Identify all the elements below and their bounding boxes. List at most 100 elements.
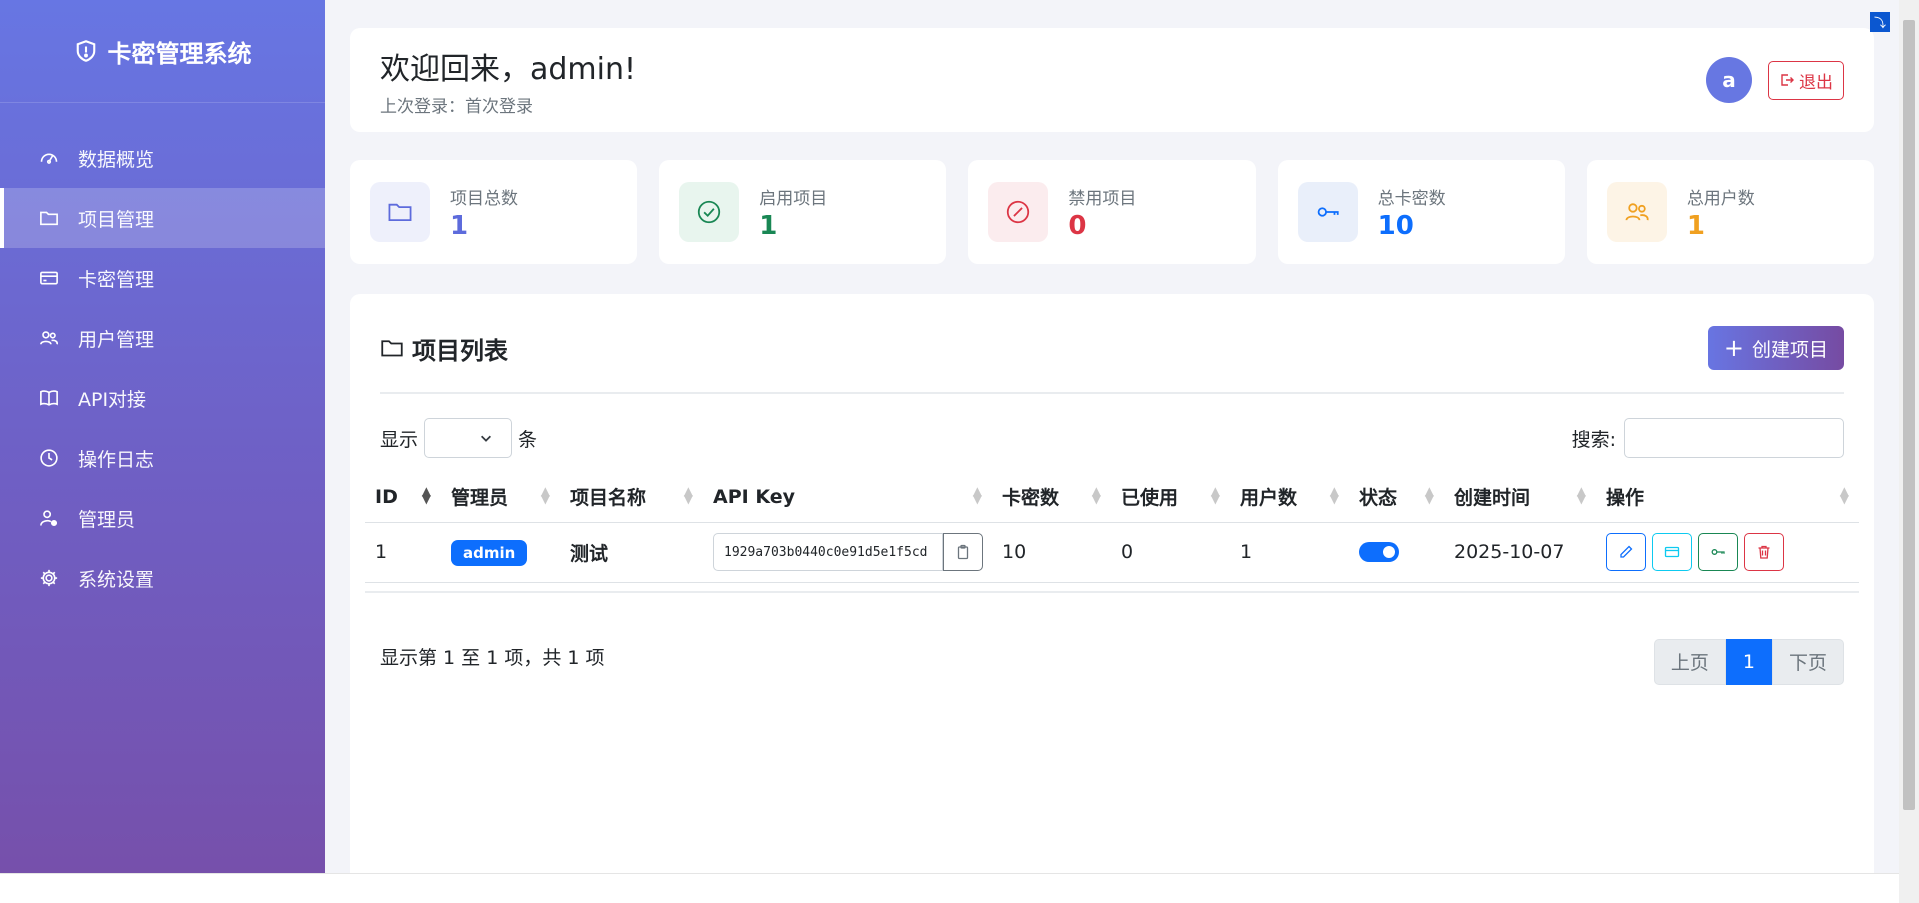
card-icon [1664, 546, 1680, 558]
avatar[interactable]: a [1706, 57, 1752, 103]
gear-icon [38, 567, 60, 589]
stat-value: 0 [1068, 210, 1087, 241]
th-created[interactable]: 创建时间 ▲ ▼ [1444, 472, 1596, 523]
cell-users: 1 [1230, 522, 1349, 583]
next-page-button[interactable]: 下页 [1771, 638, 1844, 685]
speedometer-icon [38, 147, 60, 169]
sidebar: 卡密管理系统 数据概览 项目管理 卡密管理 用户管理 API对接 操作日志 管理… [0, 0, 325, 873]
th-api-key[interactable]: API Key ▲ ▼ [703, 472, 992, 523]
extension-icon[interactable]: ⤵ [1870, 12, 1890, 32]
sidebar-item-label: 卡密管理 [78, 268, 155, 291]
cell-used: 0 [1111, 522, 1230, 583]
logout-icon [1781, 74, 1794, 86]
brand-title: 卡密管理系统 [107, 39, 252, 68]
stat-card-cards: 总卡密数 10 [1277, 160, 1565, 264]
cell-cards: 10 [992, 522, 1111, 583]
folder-icon [38, 207, 60, 229]
stat-value: 1 [450, 210, 469, 241]
last-login-text: 上次登录：首次登录 [380, 96, 533, 117]
key-button[interactable] [1698, 533, 1738, 571]
page-button-1[interactable]: 1 [1725, 638, 1772, 685]
sidebar-item-label: 用户管理 [78, 328, 155, 351]
stat-card-users: 总用户数 1 [1586, 160, 1875, 264]
cell-name: 测试 [560, 522, 703, 583]
stat-label: 总用户数 [1686, 188, 1755, 209]
sidebar-item-users[interactable]: 用户管理 [0, 308, 325, 368]
api-key-field[interactable]: 1929a703b0440c0e91d5e1f5cd [713, 533, 943, 571]
sidebar-item-admins[interactable]: 管理员 [0, 488, 325, 548]
key-icon [1297, 182, 1358, 242]
delete-button[interactable] [1744, 533, 1784, 571]
sidebar-nav: 数据概览 项目管理 卡密管理 用户管理 API对接 操作日志 管理员 系统设置 [0, 128, 325, 608]
divider [365, 590, 1859, 593]
clipboard-icon [957, 544, 969, 560]
stat-card-projects: 项目总数 1 [350, 160, 638, 264]
vertical-scrollbar[interactable] [1899, 0, 1919, 903]
stat-value: 1 [759, 210, 778, 241]
th-id[interactable]: ID ▲ ▼ [365, 472, 441, 523]
book-icon [38, 387, 60, 409]
stat-label: 启用项目 [759, 188, 828, 209]
plus-icon: + [1723, 334, 1744, 362]
check-circle-icon [679, 182, 740, 242]
clock-icon [38, 447, 60, 469]
pagination: 上页 1 下页 [1653, 638, 1844, 685]
chevron-down-icon [481, 435, 492, 442]
folder-icon [370, 182, 430, 242]
admin-icon [38, 507, 60, 529]
page-size-select[interactable] [424, 418, 513, 458]
stat-label: 项目总数 [450, 188, 518, 209]
ban-icon [988, 182, 1049, 242]
show-suffix: 条 [518, 428, 538, 451]
stat-label: 总卡密数 [1377, 188, 1446, 209]
create-project-label: 创建项目 [1751, 338, 1828, 361]
projects-table: ID ▲ ▼ 管理员 ▲ ▼ 项目名称 ▲ ▼ API Key ▲ ▼ 卡密数 ▲ ▼ 已使用 ▲ ▼ … [365, 472, 1859, 583]
th-status[interactable]: 状态 ▲ ▼ [1349, 472, 1444, 523]
welcome-title: 欢迎回来，admin! [380, 51, 637, 87]
cards-button[interactable] [1652, 533, 1692, 571]
table-row: 1 admin 测试 1929a703b0440c0e91d5e1f5cd 10… [365, 522, 1859, 583]
folder-icon [381, 340, 403, 357]
horizontal-scrollbar[interactable] [0, 873, 1899, 903]
table-info: 显示第 1 至 1 项，共 1 项 [380, 647, 605, 669]
copy-button[interactable] [943, 533, 983, 571]
card-icon [38, 267, 60, 289]
cell-status [1349, 522, 1444, 583]
sidebar-item-settings[interactable]: 系统设置 [0, 548, 325, 608]
stat-label: 禁用项目 [1068, 188, 1137, 209]
th-actions[interactable]: 操作 ▲ ▼ [1596, 472, 1859, 523]
th-admin[interactable]: 管理员 ▲ ▼ [441, 472, 560, 523]
sidebar-item-api[interactable]: API对接 [0, 368, 325, 428]
stat-value: 1 [1686, 210, 1705, 241]
th-cards[interactable]: 卡密数 ▲ ▼ [992, 472, 1111, 523]
header: 欢迎回来，admin! 上次登录：首次登录 a 退出 [350, 28, 1874, 132]
sidebar-item-cards[interactable]: 卡密管理 [0, 248, 325, 308]
pencil-icon [1620, 545, 1633, 558]
stat-card-disabled: 禁用项目 0 [968, 160, 1256, 264]
cell-created: 2025-10-07 [1444, 522, 1596, 583]
show-prefix: 显示 [380, 428, 419, 451]
stat-value: 10 [1377, 210, 1414, 241]
logout-label: 退出 [1799, 72, 1833, 93]
admin-badge: admin [451, 540, 528, 566]
sidebar-item-logs[interactable]: 操作日志 [0, 428, 325, 488]
search-input[interactable] [1624, 418, 1844, 458]
trash-icon [1758, 545, 1770, 559]
th-name[interactable]: 项目名称 ▲ ▼ [560, 472, 703, 523]
edit-button[interactable] [1606, 533, 1646, 571]
sidebar-item-overview[interactable]: 数据概览 [0, 128, 325, 188]
sidebar-item-projects[interactable]: 项目管理 [0, 188, 325, 248]
stats-row: 项目总数 1 启用项目 1 禁用项目 0 总卡密数 10 总用户数 1 [350, 160, 1875, 264]
status-toggle[interactable] [1359, 542, 1399, 562]
scroll-thumb[interactable] [1903, 20, 1915, 810]
search-label: 搜索: [1571, 428, 1616, 451]
shield-icon [76, 40, 95, 62]
th-used[interactable]: 已使用 ▲ ▼ [1111, 472, 1230, 523]
th-users[interactable]: 用户数 ▲ ▼ [1230, 472, 1349, 523]
create-project-button[interactable]: + 创建项目 [1707, 326, 1844, 370]
sidebar-item-label: 系统设置 [78, 568, 155, 591]
users-icon [1606, 182, 1667, 242]
logout-button[interactable]: 退出 [1768, 60, 1844, 100]
prev-page-button[interactable]: 上页 [1653, 638, 1726, 685]
sidebar-item-label: API对接 [78, 388, 147, 411]
